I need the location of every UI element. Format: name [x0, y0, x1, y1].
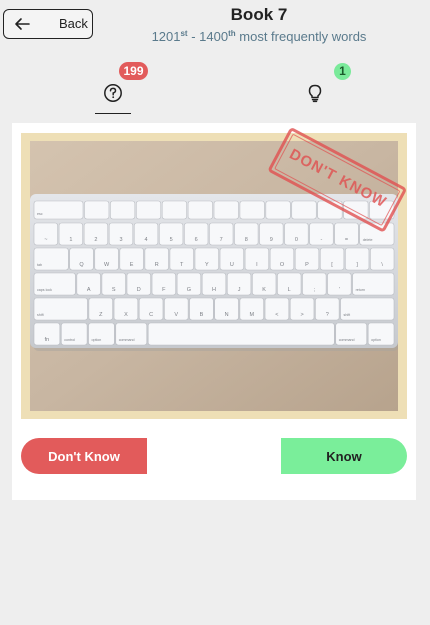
key-label: 9 — [270, 237, 273, 243]
key-label: D — [137, 287, 141, 293]
key-label: 5 — [170, 237, 173, 243]
key-label: 0 — [295, 237, 298, 243]
key-label: command — [119, 338, 135, 342]
key-label: 6 — [195, 237, 198, 243]
key-label: command — [339, 338, 355, 342]
key-label: option — [371, 338, 381, 342]
key-label: H — [212, 287, 216, 293]
key-label: shift — [344, 313, 351, 317]
key-label: option — [92, 338, 102, 342]
key-label: = — [345, 237, 348, 243]
lightbulb-icon — [308, 84, 322, 103]
key-label: < — [275, 312, 278, 318]
key-r5-4 — [147, 322, 335, 346]
key-label: X — [124, 312, 128, 318]
key-r0-7 — [239, 200, 265, 220]
key-label: shift — [37, 313, 44, 317]
unknown-count-badge: 199 — [119, 62, 148, 80]
key-label: R — [155, 262, 159, 268]
range-start: 1201 — [151, 29, 181, 44]
key-label: J — [238, 287, 241, 293]
key-label: A — [87, 287, 91, 293]
key-r0-1 — [84, 200, 110, 220]
word-range-subtitle: 1201st - 1400th most frequently words — [0, 29, 430, 44]
key-r0-0 — [33, 200, 84, 220]
key-label: W — [104, 262, 110, 268]
key-label: 2 — [94, 237, 97, 243]
key-label: U — [230, 262, 234, 268]
key-label: C — [149, 312, 153, 318]
range-end-suffix: th — [228, 29, 236, 38]
key-label: 7 — [220, 237, 223, 243]
key-label: 4 — [145, 237, 148, 243]
range-start-suffix: st — [180, 29, 188, 38]
key-label: caps lock — [37, 288, 52, 292]
know-button[interactable]: Know — [281, 438, 407, 474]
key-label: delete — [363, 238, 373, 242]
key-label: N — [225, 312, 229, 318]
key-label: S — [112, 287, 116, 293]
key-label: K — [262, 287, 266, 293]
key-label: esc — [37, 212, 43, 216]
key-r0-2 — [110, 200, 136, 220]
key-label: V — [174, 312, 178, 318]
key-label: M — [249, 312, 254, 318]
key-label: B — [200, 312, 204, 318]
key-r0-4 — [161, 200, 187, 220]
key-r0-9 — [291, 200, 317, 220]
key-label: 8 — [245, 237, 248, 243]
key-label: ? — [326, 312, 329, 318]
key-label: 3 — [119, 237, 122, 243]
key-label: - — [320, 237, 322, 243]
key-r0-3 — [135, 200, 162, 220]
tab-known-words[interactable] — [300, 62, 330, 114]
key-label: Q — [79, 262, 84, 268]
key-label: E — [130, 262, 134, 268]
key-label: control — [64, 338, 75, 342]
key-label: Y — [205, 262, 209, 268]
known-count-badge: 1 — [334, 63, 351, 80]
key-label: ~ — [44, 237, 47, 243]
dont-know-button[interactable]: Don't Know — [21, 438, 147, 474]
key-label: > — [300, 312, 303, 318]
key-label: return — [356, 288, 365, 292]
book-title: Book 7 — [230, 5, 288, 24]
key-label: ' — [339, 287, 340, 293]
key-r0-5 — [187, 200, 213, 220]
key-label: tab — [37, 263, 42, 267]
key-label: P — [305, 262, 309, 268]
key-label: 1 — [69, 237, 72, 243]
key-label: fn — [45, 337, 50, 343]
range-end: 1400 — [199, 29, 229, 44]
range-separator: - — [187, 29, 200, 44]
question-circle-icon — [104, 84, 122, 102]
range-tail: most frequently words — [235, 29, 367, 44]
key-r0-8 — [265, 200, 291, 220]
key-label: L — [288, 287, 291, 293]
key-r0-6 — [213, 200, 239, 220]
key-label: O — [280, 262, 285, 268]
key-label: G — [187, 287, 191, 293]
